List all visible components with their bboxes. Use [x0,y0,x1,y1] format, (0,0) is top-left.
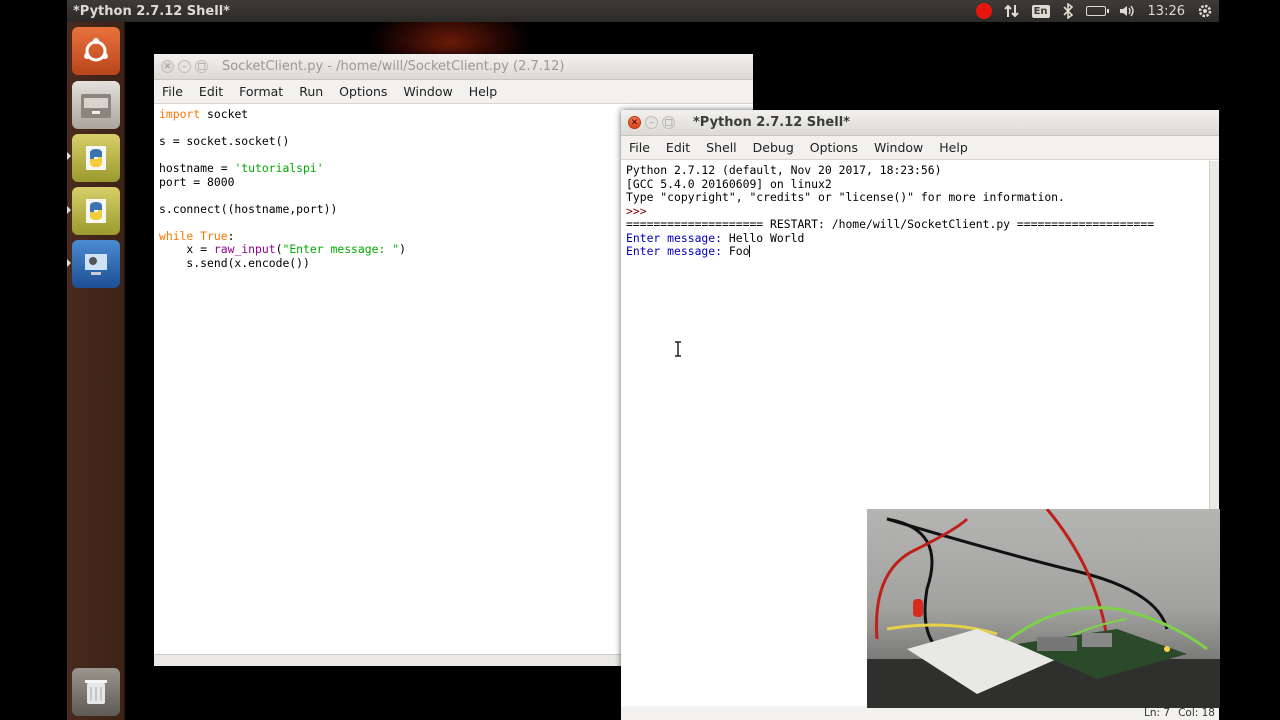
menu-options[interactable]: Options [802,140,866,155]
menu-edit[interactable]: Edit [658,140,698,155]
network-icon[interactable] [998,0,1026,22]
code-token: >>> [626,203,654,218]
python-idle-icon[interactable] [72,187,120,235]
system-tray: En 13:26 [970,0,1219,22]
shell-title: *Python 2.7.12 Shell* [693,115,850,130]
system-settings-icon[interactable] [72,240,120,288]
menu-window[interactable]: Window [395,84,460,99]
menu-debug[interactable]: Debug [745,140,802,155]
shell-statusbar: Ln: 7 Col: 18 [621,706,1219,720]
code-line: s.connect((hostname,port)) [159,201,619,217]
code-token: port = 8000 [159,174,235,189]
code-token: : [227,228,235,243]
code-token: Type "copyright", "credits" or "license(… [626,190,1065,204]
text-cursor-icon [674,341,682,361]
shell-line: Enter message: Hello World [626,230,1206,246]
code-token: s = socket.socket() [159,134,290,148]
close-icon[interactable]: ✕ [628,116,641,129]
code-line: hostname = 'tutorialspi' [159,161,619,176]
shell-line: Type "copyright", "credits" or "license(… [626,190,1206,205]
shell-line: [GCC 5.4.0 20160609] on linux2 [626,176,1206,192]
shell-line: >>> [626,203,1206,219]
menu-window[interactable]: Window [866,140,931,155]
code-token: s.connect((hostname,port)) [159,201,338,216]
code-token: Foo [728,244,750,258]
code-token: Enter message: [626,230,729,245]
launcher [67,22,192,720]
ubuntu-dash-icon[interactable] [72,27,120,75]
code-token: Enter message: [626,244,729,258]
code-line: port = 8000 [159,174,619,190]
record-icon[interactable] [970,0,998,22]
shell-line: Enter message: Foo [626,244,1206,259]
code-token: socket [200,107,249,121]
keyboard-layout-icon[interactable]: En [1026,0,1056,22]
code-token: True [200,228,228,243]
menu-file[interactable]: File [154,84,191,99]
code-token: Hello World [728,230,805,245]
menu-shell[interactable]: Shell [698,140,745,155]
files-icon[interactable] [72,81,120,129]
code-token: "Enter message: " [282,242,400,256]
shell-menubar: File Edit Shell Debug Options Window Help [621,136,1219,160]
code-token: ==================== RESTART: /home/will… [626,217,1155,231]
battery-icon[interactable] [1080,0,1112,22]
code-token: Python 2.7.12 (default, Nov 20 2017, 18:… [626,163,942,177]
menu-edit[interactable]: Edit [191,84,231,99]
trash-icon[interactable] [72,668,120,716]
code-token: [GCC 5.4.0 20160609] on linux2 [626,176,832,191]
shell-titlebar[interactable]: ✕ – □ *Python 2.7.12 Shell* [621,110,1219,136]
top-panel: *Python 2.7.12 Shell* En 13:26 [67,0,1219,22]
shell-line: Python 2.7.12 (default, Nov 20 2017, 18:… [626,163,1206,178]
code-editor[interactable]: import socket s = socket.socket() hostname… [159,107,619,648]
minimize-icon[interactable]: – [645,116,658,129]
code-token: x = [159,242,214,256]
editor-titlebar[interactable]: ✕ – □ SocketClient.py - /home/will/Socke… [154,54,753,80]
code-line: s = socket.socket() [159,134,619,149]
code-token: 'tutorialspi' [234,161,324,175]
code-line: x = raw_input("Enter message: ") [159,242,619,257]
webcam-overlay [867,509,1220,708]
maximize-icon[interactable]: □ [195,60,208,73]
menu-help[interactable]: Help [461,84,506,99]
keyboard-layout-label: En [1031,4,1050,18]
editor-title: SocketClient.py - /home/will/SocketClien… [222,59,565,74]
editor-menubar: File Edit Format Run Options Window Help [154,80,753,104]
code-line: import socket [159,107,619,122]
menu-file[interactable]: File [621,140,658,155]
code-line: s.send(x.encode()) [159,255,619,271]
minimize-icon[interactable]: – [178,60,191,73]
active-app-title: *Python 2.7.12 Shell* [73,3,230,19]
code-token: raw_input [213,242,276,256]
column-number: Col: 18 [1178,707,1215,719]
shell-line: ==================== RESTART: /home/will… [626,217,1206,232]
bluetooth-icon[interactable] [1056,0,1080,22]
python-idle-icon[interactable] [72,134,120,182]
menu-format[interactable]: Format [231,84,291,99]
menu-options[interactable]: Options [331,84,395,99]
code-token: hostname = [159,161,235,175]
line-number: Ln: 7 [1144,707,1171,719]
code-token: while [159,228,194,243]
code-token: ) [399,242,406,256]
code-token: s.send(x.encode()) [159,255,310,270]
menu-help[interactable]: Help [931,140,976,155]
code-line: while True: [159,228,619,244]
text-caret [749,245,751,257]
menu-run[interactable]: Run [291,84,331,99]
settings-gear-icon[interactable] [1191,0,1219,22]
code-token: import [159,107,201,121]
volume-icon[interactable] [1112,0,1142,22]
close-icon[interactable]: ✕ [161,60,174,73]
clock[interactable]: 13:26 [1142,0,1191,22]
maximize-icon[interactable]: □ [662,116,675,129]
